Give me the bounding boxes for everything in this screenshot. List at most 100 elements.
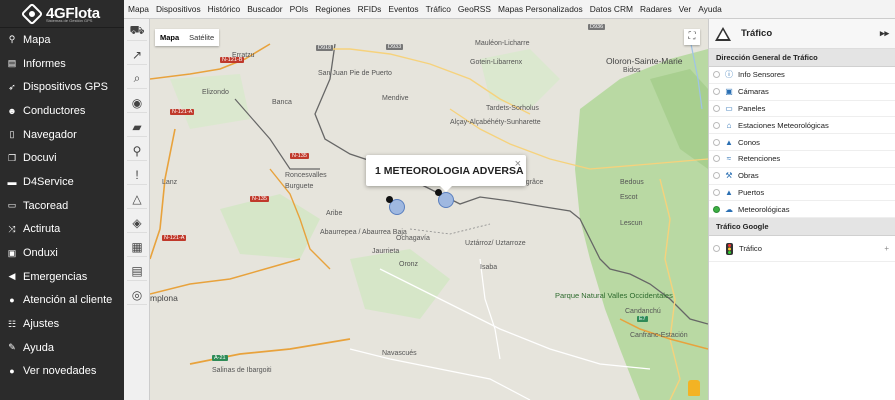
weather-marker[interactable] <box>386 196 405 215</box>
pegman-icon[interactable] <box>688 380 700 396</box>
layer-radio[interactable] <box>713 205 720 213</box>
layer-paneles[interactable]: ▭ Paneles <box>709 101 895 118</box>
pin-icon[interactable]: ◉ <box>127 93 147 113</box>
sidebar-item-dispositivos-gps[interactable]: ➶ Dispositivos GPS <box>0 75 124 99</box>
grid-icon[interactable]: ▦ <box>127 237 147 257</box>
layer-radio[interactable] <box>713 104 720 112</box>
traffic-icon[interactable]: △ <box>127 189 147 209</box>
layer-radio[interactable] <box>713 88 720 96</box>
collapse-icon[interactable]: ▸▸ <box>880 28 889 39</box>
layer-estaciones-meteorol-gicas[interactable]: ⌂ Estaciones Meteorológicas <box>709 117 895 135</box>
menu-item-datos-crm[interactable]: Datos CRM <box>590 4 633 14</box>
layer-radio[interactable] <box>713 245 720 253</box>
sidebar-item-label: Tacoread <box>23 199 69 212</box>
layer-meteorol-gicas[interactable]: ☁ Meteorológicas <box>709 201 895 219</box>
menu-item-buscador[interactable]: Buscador <box>247 4 282 14</box>
layer-label: Obras <box>738 171 759 181</box>
map-label: Escot <box>620 194 638 201</box>
menu-item-ayuda[interactable]: Ayuda <box>698 4 722 14</box>
route-icon: ⤨ <box>8 223 16 234</box>
layer-retenciones[interactable]: ≈ Retenciones <box>709 151 895 168</box>
menu-item-radares[interactable]: Radares <box>640 4 672 14</box>
layer-puertos[interactable]: ▲ Puertos <box>709 185 895 202</box>
forest-patch <box>220 194 320 259</box>
menu-item-rfids[interactable]: RFIDs <box>358 4 382 14</box>
route-icon[interactable]: ↗ <box>127 45 147 65</box>
map-canvas[interactable]: Mapa Satélite ⛶ Mauléon-Licharre Gotein-… <box>150 19 708 400</box>
road-badge: N-135 <box>250 196 269 202</box>
map-label: Burguete <box>285 183 314 190</box>
map-label: Canfranc-Estación <box>630 332 688 339</box>
layer-obras[interactable]: ⚒ Obras <box>709 168 895 185</box>
sidebar-item-conductores[interactable]: ☻ Conductores <box>0 99 124 123</box>
help-icon: ✎ <box>8 342 16 353</box>
layer-label: Paneles <box>738 103 766 113</box>
menu-item-regiones[interactable]: Regiones <box>315 4 350 14</box>
menu-item-eventos[interactable]: Eventos <box>388 4 418 14</box>
menu-item-hist-rico[interactable]: Histórico <box>208 4 241 14</box>
info-popup: 1 METEOROLOGIA ADVERSA × <box>366 155 526 192</box>
close-icon[interactable]: × <box>515 158 521 170</box>
layer-radio[interactable] <box>713 138 720 146</box>
menu-item-tr-fico[interactable]: Tráfico <box>426 4 451 14</box>
trail <box>409 223 491 235</box>
sidebar-item-d4service[interactable]: ▬ D4Service <box>0 170 124 194</box>
sidebar-item-informes[interactable]: ▤ Informes <box>0 52 124 76</box>
menu-item-dispositivos[interactable]: Dispositivos <box>156 4 201 14</box>
forest-patch <box>350 249 450 319</box>
road-badge: E7 <box>637 316 648 322</box>
menu-item-pois[interactable]: POIs <box>290 4 309 14</box>
sidebar-item-ajustes[interactable]: ☷ Ajustes <box>0 312 124 336</box>
hat-icon[interactable]: ▰ <box>127 117 147 137</box>
layer-radio[interactable] <box>713 71 720 79</box>
alert-marker-icon[interactable]: ! <box>127 165 147 185</box>
menu-item-mapas-personalizados[interactable]: Mapas Personalizados <box>498 4 583 14</box>
layer-google-traffic[interactable]: Tráfico + <box>709 236 895 263</box>
map-type-satellite-button[interactable]: Satélite <box>184 29 219 46</box>
sidebar-item-atenci-n-al-cliente[interactable]: ● Atención al cliente <box>0 289 124 313</box>
layer-radio[interactable] <box>713 121 720 129</box>
map-type-map-button[interactable]: Mapa <box>155 29 184 46</box>
sidebar-item-mapa[interactable]: ⚲ Mapa <box>0 28 124 52</box>
sidebar-item-emergencias[interactable]: ◀ Emergencias <box>0 265 124 289</box>
layer-info-sensores[interactable]: ⓘ Info Sensores <box>709 67 895 84</box>
section-google: Tráfico Google <box>709 218 895 237</box>
layer-label: Conos <box>738 137 760 147</box>
fullscreen-icon[interactable]: ⛶ <box>684 29 700 45</box>
layer-radio[interactable] <box>713 172 720 180</box>
sidebar-item-actiruta[interactable]: ⤨ Actiruta <box>0 218 124 242</box>
menu-item-mapa[interactable]: Mapa <box>128 4 149 14</box>
sidebar-item-ayuda[interactable]: ✎ Ayuda <box>0 336 124 360</box>
menu-item-ver[interactable]: Ver <box>679 4 692 14</box>
sidebar-item-navegador[interactable]: ▯ Navegador <box>0 123 124 147</box>
sidebar-nav: ⚲ Mapa ▤ Informes ➶ Dispositivos GPS ☻ Conducto… <box>0 28 124 383</box>
target-icon[interactable]: ◎ <box>127 285 147 305</box>
map-label: mplona <box>150 293 178 303</box>
weather-marker[interactable] <box>435 189 454 208</box>
layer-radio[interactable] <box>713 188 720 196</box>
sidebar-item-ver-novedades[interactable]: ● Ver novedades <box>0 360 124 384</box>
marker-icon[interactable]: ⚲ <box>127 141 147 161</box>
case-icon[interactable]: ▤ <box>127 261 147 281</box>
road-badge: D933 <box>386 44 404 50</box>
layer-conos[interactable]: ▲ Conos <box>709 134 895 151</box>
map-toolbar: ⛟ ↗ ⌕ ◉ ▰ ⚲! △ ◈ ▦ ▤ ◎ <box>124 19 150 400</box>
add-icon[interactable]: + <box>884 244 889 253</box>
sidebar-item-onduxi[interactable]: ▣ Onduxi <box>0 241 124 265</box>
sidebar-item-tacoread[interactable]: ▭ Tacoread <box>0 194 124 218</box>
map-label: Salinas de Ibargoiti <box>212 367 272 374</box>
sidebar-item-docuvi[interactable]: ❐ Docuvi <box>0 146 124 170</box>
layer-c-maras[interactable]: ▣ Cámaras <box>709 84 895 101</box>
traffic-panel: Tráfico ▸▸ Dirección General de Tráfico … <box>708 19 895 400</box>
map-label: Abaurrepea / Abaurrea Baja <box>320 229 407 236</box>
road-badge: N-121-B <box>220 57 245 63</box>
logo[interactable]: 4GFlota Sistemas de Gestión GPS <box>0 0 124 28</box>
truck-icon[interactable]: ⛟ <box>127 21 147 41</box>
layer-icon[interactable]: ◈ <box>127 213 147 233</box>
sidebar-item-label: Onduxi <box>23 247 58 260</box>
layer-radio[interactable] <box>713 155 720 163</box>
layer-icon: ▲ <box>725 187 733 197</box>
search-icon[interactable]: ⌕ <box>127 69 147 89</box>
sidebar-item-label: Informes <box>23 57 66 70</box>
menu-item-georss[interactable]: GeoRSS <box>458 4 491 14</box>
